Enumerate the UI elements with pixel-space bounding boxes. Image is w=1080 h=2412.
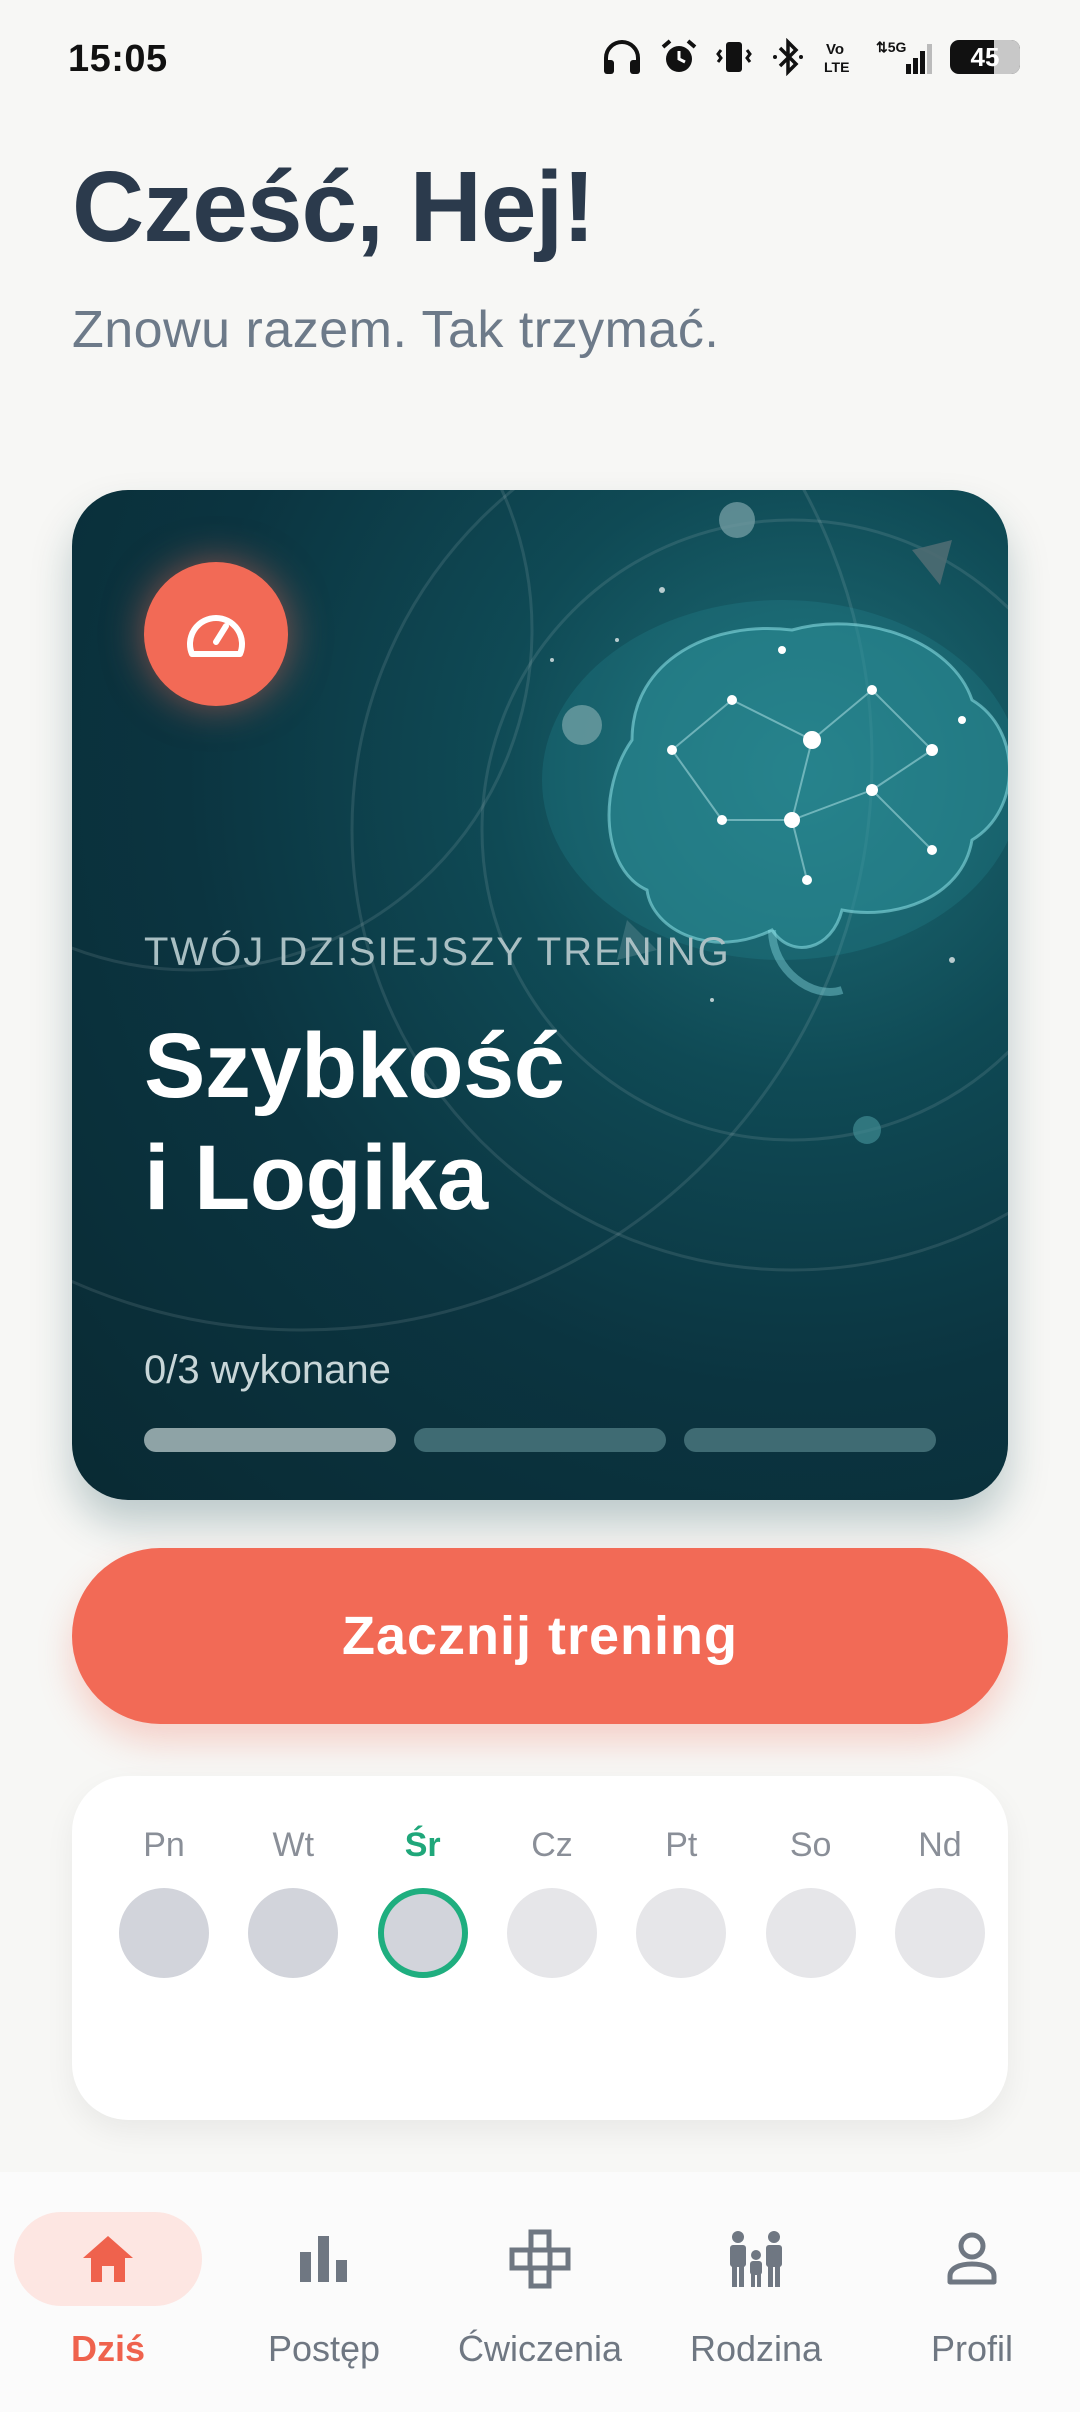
day-circle-today — [377, 1888, 468, 1978]
progress-segment — [684, 1428, 936, 1452]
bluetooth-icon — [773, 38, 803, 76]
nav-item-progress[interactable]: Postęp — [224, 2212, 424, 2370]
nav-active-pill — [14, 2212, 202, 2306]
progress-segment — [414, 1428, 666, 1452]
training-progress-text: 0/3 wykonane — [144, 1348, 391, 1392]
day-label: Pn — [143, 1826, 185, 1864]
day-sunday[interactable]: Nd — [894, 1826, 986, 1978]
headphones-icon — [604, 40, 640, 74]
status-bar: 15:05 Vo LTE ⇅5G 45 — [0, 0, 1080, 120]
nav-item-today[interactable]: Dziś — [8, 2212, 208, 2370]
day-label: Cz — [531, 1826, 573, 1864]
today-training-card[interactable]: TWÓJ DZISIEJSZY TRENING Szybkość i Logik… — [72, 490, 1008, 1500]
page-title: Cześć, Hej! — [72, 151, 596, 263]
svg-text:⇅5G: ⇅5G — [876, 39, 907, 55]
svg-text:Vo: Vo — [826, 41, 844, 58]
week-days: Pn Wt Śr Cz Pt So Nd — [118, 1826, 986, 1978]
progress-segment — [144, 1428, 396, 1452]
speedometer-icon — [144, 562, 288, 706]
day-thursday[interactable]: Cz — [506, 1826, 598, 1978]
vibrate-icon — [716, 42, 752, 72]
training-progress-bar — [144, 1428, 936, 1452]
day-circle — [248, 1888, 339, 1978]
day-wednesday[interactable]: Śr — [377, 1826, 469, 1978]
signal-5g-icon: ⇅5G — [876, 39, 932, 74]
nav-label: Postęp — [267, 2328, 381, 2369]
day-circle — [506, 1888, 597, 1978]
day-label: So — [789, 1826, 832, 1864]
home-icon — [83, 2236, 133, 2282]
day-label: Nd — [918, 1826, 962, 1864]
day-circle — [636, 1888, 727, 1978]
volte-icon: Vo LTE — [824, 41, 849, 75]
nav-item-family[interactable]: Rodzina — [656, 2212, 856, 2370]
battery-icon: 45 — [950, 40, 1020, 74]
day-friday[interactable]: Pt — [635, 1826, 727, 1978]
day-circle — [765, 1888, 856, 1978]
day-saturday[interactable]: So — [765, 1826, 857, 1978]
day-label: Wt — [272, 1826, 315, 1864]
bar-chart-icon — [300, 2236, 347, 2282]
day-tuesday[interactable]: Wt — [247, 1826, 339, 1978]
nav-label: Ćwiczenia — [457, 2328, 623, 2369]
page-subtitle: Znowu razem. Tak trzymać. — [72, 301, 720, 359]
nav-item-exercises[interactable]: Ćwiczenia — [440, 2212, 640, 2370]
user-icon — [947, 2232, 997, 2285]
alarm-icon — [661, 39, 697, 72]
day-label: Śr — [404, 1826, 441, 1864]
status-time: 15:05 — [68, 38, 168, 80]
nav-label: Rodzina — [689, 2328, 823, 2369]
gamepad-icon — [509, 2229, 571, 2289]
nav-label: Dziś — [70, 2328, 146, 2369]
nav-item-profile[interactable]: Profil — [872, 2212, 1072, 2370]
family-icon — [730, 2231, 782, 2287]
week-streak-card: Pn Wt Śr Cz Pt So Nd — [72, 1776, 1008, 2120]
day-circle — [119, 1888, 209, 1978]
status-icons: Vo LTE ⇅5G 45 — [602, 38, 1020, 76]
battery-level: 45 — [970, 42, 1000, 72]
day-circle — [894, 1888, 985, 1978]
svg-text:LTE: LTE — [824, 59, 849, 75]
nav-label: Profil — [930, 2328, 1014, 2369]
training-title-line2: i Logika — [144, 1127, 488, 1229]
bottom-nav: Dziś Postęp Ćwiczenia Rodzina Profil — [0, 2172, 1080, 2412]
day-monday[interactable]: Pn — [118, 1826, 210, 1978]
day-label: Pt — [665, 1826, 698, 1864]
training-title: Szybkość i Logika — [144, 1010, 565, 1234]
training-label: TWÓJ DZISIEJSZY TRENING — [144, 930, 731, 974]
start-training-button[interactable]: Zacznij trening — [72, 1548, 1008, 1724]
training-title-line1: Szybkość — [144, 1015, 565, 1117]
